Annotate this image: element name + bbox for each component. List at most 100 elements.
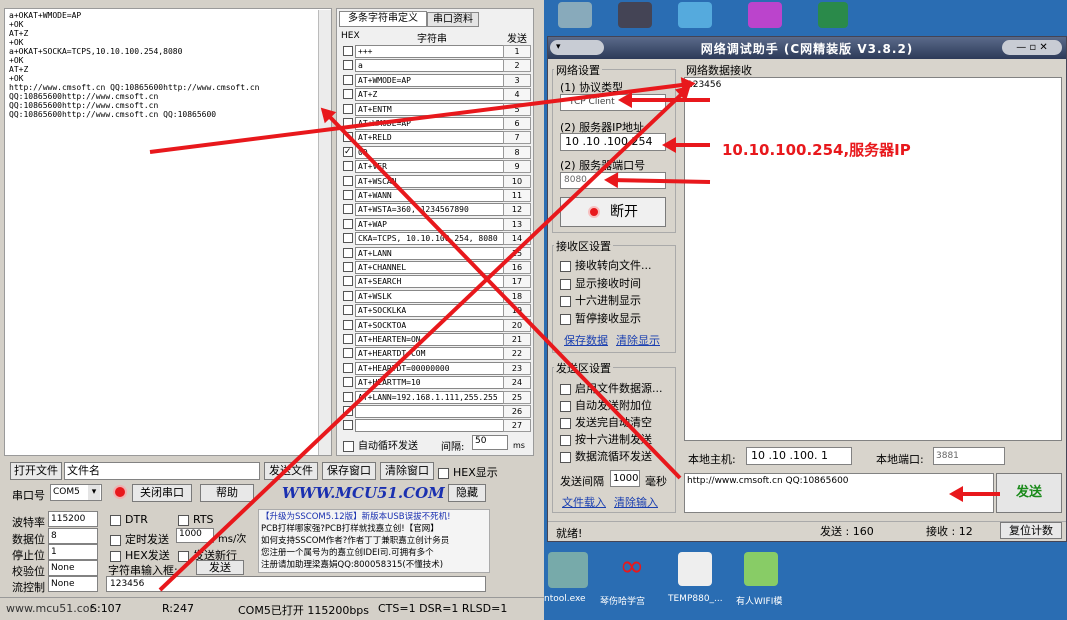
macro-string-input[interactable]: AT+WMODE=AP [355, 73, 513, 87]
macro-hex-checkbox[interactable] [343, 305, 353, 316]
title-bar[interactable]: ▾ 网络调试助手 (C网精装版 V3.8.2) — ▫ ✕ [548, 37, 1066, 59]
save-window-button[interactable]: 保存窗口 [322, 462, 376, 480]
macro-hex-checkbox[interactable] [343, 46, 353, 56]
macro-hex-checkbox[interactable] [343, 334, 353, 344]
recv-option[interactable]: 暂停接收显示 [560, 310, 641, 326]
local-host-input[interactable]: 10 .10 .100. 1 [746, 447, 852, 465]
macro-hex-checkbox[interactable] [343, 89, 353, 100]
send-option[interactable]: 数据流循环发送 [560, 448, 652, 464]
macro-send-button[interactable]: 23 [503, 361, 531, 375]
macro-hex-checkbox[interactable] [343, 348, 353, 359]
macro-hex-checkbox[interactable] [343, 290, 353, 301]
macro-hex-checkbox[interactable] [343, 161, 353, 172]
macro-string-input[interactable]: AT+WSCAN [355, 174, 513, 188]
tool-icon[interactable] [558, 2, 592, 28]
clear-window-button[interactable]: 清除窗口 [380, 462, 434, 480]
macro-string-input[interactable]: AT+HEARTEN=ON [355, 333, 513, 346]
macro-send-button[interactable]: 2 [503, 59, 531, 73]
macro-hex-checkbox[interactable] [343, 218, 353, 229]
macro-string-input[interactable]: AT+HEARTDT=00000000 [355, 361, 513, 375]
ad-line[interactable]: 【升级为SSCOM5.12版】新版本USB误拔不死机! [261, 511, 487, 523]
net-send-input[interactable]: http://www.cmsoft.cn QQ:10865600 [684, 473, 994, 513]
macro-string-input[interactable] [355, 419, 513, 433]
clear-display-link[interactable]: 清除显示 [616, 332, 660, 348]
dtr-checkbox[interactable]: DTR [110, 513, 148, 526]
brand-link[interactable]: WWW.MCU51.COM [282, 484, 445, 502]
recv-option[interactable]: 十六进制显示 [560, 292, 641, 308]
tab-multi-string[interactable]: 多条字符串定义 [339, 11, 427, 27]
port-select[interactable]: COM5 ▾ [50, 484, 102, 501]
macro-hex-checkbox[interactable] [343, 60, 353, 71]
macro-send-button[interactable]: 11 [503, 189, 531, 202]
close-port-button[interactable]: 关闭串口 [132, 484, 192, 502]
net-send-button[interactable]: 发送 [996, 473, 1062, 513]
macro-string-input[interactable]: AT+WSTA=360, 1234567890 [355, 203, 513, 217]
macro-send-button[interactable]: 10 [503, 174, 531, 188]
help-button[interactable]: 帮助 [200, 484, 254, 502]
hex-display[interactable]: HEX显示 [438, 464, 498, 480]
stop-select[interactable]: 1 [48, 544, 98, 560]
macro-string-input[interactable]: AT+CHANNEL [355, 261, 513, 274]
macro-send-button[interactable]: 16 [503, 261, 531, 274]
macro-string-input[interactable]: AT+WSLK [355, 289, 513, 303]
loop-send[interactable]: 自动循环发送 [343, 437, 418, 452]
macro-hex-checkbox[interactable] [343, 420, 353, 431]
macro-send-button[interactable]: 27 [503, 419, 531, 433]
send-option[interactable]: 启用文件数据源... [560, 380, 663, 396]
macro-hex-checkbox[interactable] [343, 74, 353, 85]
macro-hex-checkbox[interactable] [343, 362, 353, 373]
macro-send-button[interactable]: 26 [503, 405, 531, 418]
macro-hex-checkbox[interactable]: ✓ [343, 146, 353, 157]
macro-string-input[interactable]: AT+Z [355, 88, 513, 102]
open-file-button[interactable]: 打开文件 [10, 462, 62, 480]
save-data-link[interactable]: 保存数据 [564, 332, 608, 348]
macro-hex-checkbox[interactable] [343, 175, 353, 186]
disconnect-button[interactable]: 断开 [560, 197, 666, 227]
macro-send-button[interactable]: 9 [503, 160, 531, 174]
loop-send-checkbox[interactable] [343, 440, 354, 452]
ip-input[interactable]: 10 .10 .100.254 [560, 133, 666, 151]
macro-send-button[interactable]: 7 [503, 131, 531, 145]
send-button[interactable]: 发送 [196, 560, 244, 575]
hex-send-checkbox[interactable]: HEX发送 [110, 547, 170, 563]
macro-hex-checkbox[interactable] [343, 262, 353, 272]
macro-send-button[interactable]: 21 [503, 333, 531, 346]
macro-string-input[interactable]: AT+LANN=192.168.1.111,255.255 [355, 390, 513, 404]
macro-send-button[interactable]: 12 [503, 203, 531, 217]
macro-string-input[interactable]: AT+LANN [355, 246, 513, 260]
timed-send-checkbox[interactable]: 定时发送 [110, 531, 169, 547]
macro-hex-checkbox[interactable] [343, 247, 353, 258]
serial-receive-area[interactable]: a+OKAT+WMODE=AP +OK AT+Z +OK a+OKAT+SOCKA=TC… [4, 8, 332, 456]
macro-send-button[interactable]: 24 [503, 376, 531, 390]
file-name-input[interactable]: 文件名 [64, 462, 260, 480]
calc-icon[interactable] [748, 2, 782, 28]
excel-icon[interactable] [818, 2, 848, 28]
wifi-icon[interactable] [744, 552, 778, 586]
macro-send-button[interactable]: 8 [503, 145, 531, 159]
net-receive-area[interactable]: 123456 [684, 77, 1062, 441]
rts-checkbox[interactable]: RTS [178, 513, 214, 526]
reset-count-button[interactable]: 复位计数 [1000, 522, 1062, 539]
macro-send-button[interactable]: 1 [503, 45, 531, 58]
send-interval-input[interactable]: 1000 [610, 470, 640, 487]
macro-string-input[interactable]: +++ [355, 45, 513, 58]
window-controls[interactable]: — ▫ ✕ [1002, 40, 1062, 55]
macro-send-button[interactable]: 22 [503, 347, 531, 361]
macro-string-input[interactable]: AT+HEARTDT=COM [355, 347, 513, 361]
terminal-scrollbar[interactable] [318, 10, 331, 455]
macro-send-button[interactable]: 13 [503, 217, 531, 231]
baud-select[interactable]: 115200 [48, 511, 98, 527]
file-load-link[interactable]: 文件载入 [562, 494, 606, 510]
macro-string-input[interactable]: CKA=TCPS, 10.10.100.254, 8080 [355, 232, 513, 246]
interval-input[interactable]: 50 [472, 435, 508, 450]
macro-string-input[interactable]: AT+RELD [355, 131, 513, 145]
parity-select[interactable]: None [48, 560, 98, 576]
recv-option[interactable]: 接收转向文件... [560, 257, 652, 273]
macro-string-input[interactable]: a [355, 59, 513, 73]
macro-string-input[interactable]: AT+WANN [355, 189, 513, 202]
macro-string-input[interactable]: AT+SOCKLKA [355, 304, 513, 318]
macro-send-button[interactable]: 3 [503, 73, 531, 87]
send-option[interactable]: 发送完自动清空 [560, 414, 652, 430]
macro-send-button[interactable]: 25 [503, 390, 531, 404]
infinity-icon[interactable]: ∞ [612, 552, 652, 584]
